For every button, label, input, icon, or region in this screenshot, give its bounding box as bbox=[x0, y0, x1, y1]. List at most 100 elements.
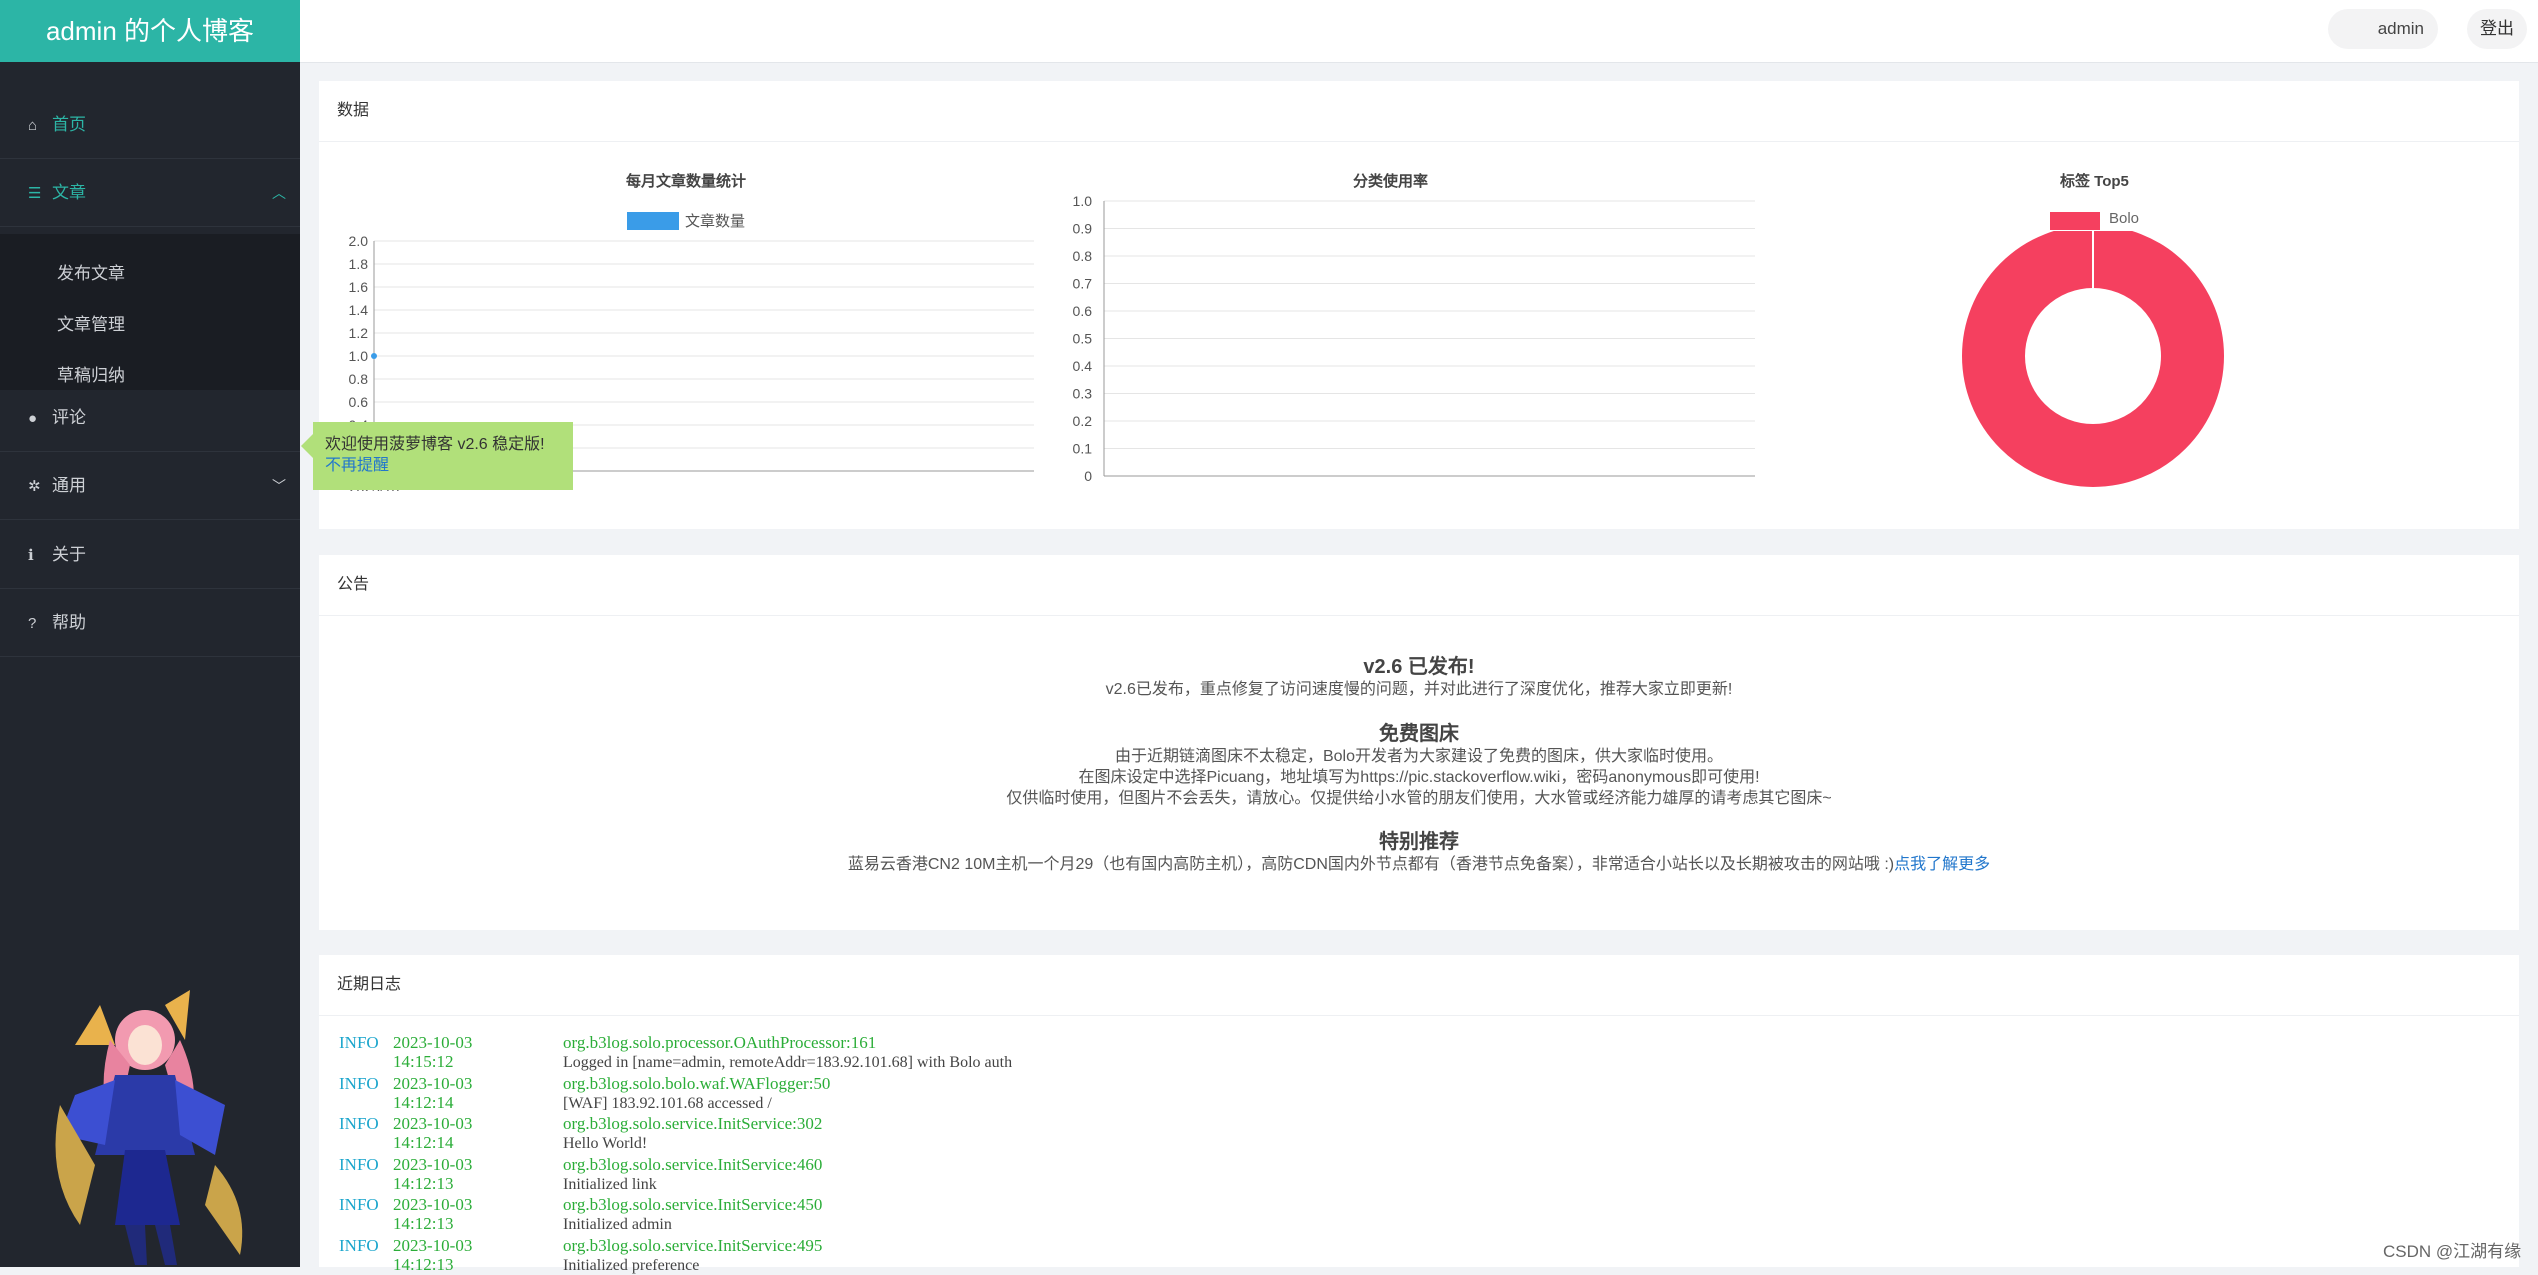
log-date: 2023-10-03 bbox=[393, 1235, 473, 1255]
log-timestamp: 2023-10-03 14:12:13 bbox=[393, 1236, 503, 1274]
log-source: org.b3log.solo.processor.OAuthProcessor:… bbox=[563, 1033, 877, 1052]
chevron-down-icon: ﹀ bbox=[272, 478, 286, 494]
log-level: INFO bbox=[339, 1033, 379, 1052]
comment-icon: ● bbox=[28, 410, 38, 427]
gear-icon: ✲ bbox=[28, 478, 41, 495]
watermark: CSDN @江湖有缘 bbox=[2383, 1242, 2522, 1261]
log-time: 14:12:14 bbox=[393, 1092, 454, 1112]
announcement-line: v2.6已发布，重点修复了访问速度慢的问题，并对此进行了深度优化，推荐大家立即更… bbox=[1105, 681, 1733, 698]
sidebar-item-articles[interactable]: ☰ 文章 ︿ bbox=[0, 159, 300, 227]
announcement-heading: v2.6 已发布! bbox=[1363, 656, 1475, 678]
chevron-up-icon: ︿ bbox=[272, 185, 286, 201]
log-time: 14:12:13 bbox=[393, 1254, 454, 1274]
log-date: 2023-10-03 bbox=[393, 1195, 473, 1214]
sidebar-item-label: 评论 bbox=[52, 408, 86, 427]
announcement-line-text: 蓝易云香港CN2 10M主机一个月29（也有国内高防主机），高防CDN国内外节点… bbox=[847, 856, 1895, 873]
y-tick-label: 1.0 bbox=[349, 348, 369, 364]
y-tick-label: 2.0 bbox=[349, 233, 369, 249]
y-tick-label: 0.2 bbox=[1073, 413, 1093, 429]
y-tick-label: 0.7 bbox=[1073, 276, 1093, 292]
log-time: 14:15:12 bbox=[393, 1052, 454, 1071]
announcement-line: 蓝易云香港CN2 10M主机一个月29（也有国内高防主机），高防CDN国内外节点… bbox=[319, 854, 2519, 875]
legend-swatch-bolo[interactable] bbox=[2050, 212, 2100, 230]
log-timestamp: 2023-10-03 14:12:14 bbox=[393, 1114, 503, 1152]
y-tick-label: 0.5 bbox=[1073, 331, 1093, 347]
announcement-line: 仅供临时使用，但图片不会丢失，请放心。仅提供给小水管的朋友们使用，大水管或经济能… bbox=[1006, 790, 1832, 807]
log-message: Initialized admin bbox=[563, 1216, 672, 1233]
log-timestamp: 2023-10-03 14:12:13 bbox=[393, 1195, 503, 1233]
log-date: 2023-10-03 bbox=[393, 1073, 473, 1093]
learn-more-link[interactable]: 点我了解更多 bbox=[1894, 856, 1990, 873]
log-level: INFO bbox=[339, 1195, 379, 1214]
data-point[interactable] bbox=[371, 353, 377, 359]
log-timestamp: 2023-10-03 14:12:14 bbox=[393, 1074, 503, 1112]
sidebar-item-help[interactable]: ? 帮助 bbox=[0, 589, 300, 657]
log-date: 2023-10-03 bbox=[393, 1154, 473, 1174]
sidebar-item-label: 通用 bbox=[52, 476, 86, 495]
sidebar-item-comments[interactable]: ● 评论 bbox=[0, 384, 300, 452]
user-name: admin bbox=[2377, 19, 2424, 38]
log-timestamp: 2023-10-03 14:15:12 bbox=[393, 1033, 503, 1071]
announcement-panel: 公告 v2.6 已发布! v2.6已发布，重点修复了访问速度慢的问题，并对此进行… bbox=[319, 555, 2519, 930]
articles-submenu: 发布文章 文章管理 草稿归纳 bbox=[0, 234, 300, 390]
y-tick-label: 0.8 bbox=[1073, 248, 1093, 264]
announcement-heading: 特别推荐 bbox=[1379, 831, 1459, 853]
sidebar-item-label: 首页 bbox=[52, 115, 86, 134]
info-icon: ℹ bbox=[28, 547, 34, 564]
log-message: [WAF] 183.92.101.68 accessed / bbox=[563, 1094, 772, 1112]
sidebar-item-article-management[interactable]: 文章管理 bbox=[57, 305, 287, 345]
logs-panel-title: 近期日志 bbox=[319, 955, 2519, 1016]
y-tick-label: 0.9 bbox=[1073, 221, 1093, 237]
help-icon: ? bbox=[28, 615, 37, 632]
sidebar-item-label: 关于 bbox=[52, 545, 86, 564]
log-level: INFO bbox=[339, 1114, 379, 1133]
legend-swatch-article-count[interactable] bbox=[627, 212, 679, 230]
log-source: org.b3log.solo.bolo.waf.WAFlogger:50 bbox=[563, 1073, 831, 1093]
y-tick-label: 0.6 bbox=[1073, 303, 1093, 319]
announcement-line: 在图床设定中选择Picuang，地址填写为https://pic.stackov… bbox=[1078, 769, 1760, 786]
sidebar-item-label: 帮助 bbox=[52, 613, 86, 632]
toast-text: 欢迎使用菠萝博客 v2.6 稳定版! bbox=[325, 436, 545, 453]
toast-arrow bbox=[301, 434, 313, 458]
log-level: INFO bbox=[339, 1235, 379, 1255]
y-tick-label: 0.1 bbox=[1073, 441, 1093, 457]
log-timestamp: 2023-10-03 14:12:13 bbox=[393, 1155, 503, 1193]
sidebar-item-about[interactable]: ℹ 关于 bbox=[0, 521, 300, 589]
y-tick-label: 0.6 bbox=[349, 394, 369, 410]
category-usage-chart: 0 0.1 0.2 0.3 0.4 0.5 0.6 0.7 0.8 0.9 1.0 bbox=[1073, 193, 1755, 481]
dismiss-reminder-link[interactable]: 不再提醒 bbox=[325, 455, 573, 476]
y-tick-label: 0.4 bbox=[1073, 358, 1093, 374]
legend-label-article-count[interactable]: 文章数量 bbox=[685, 210, 745, 231]
log-date: 2023-10-03 bbox=[393, 1033, 473, 1052]
sidebar-item-label: 文章 bbox=[52, 183, 86, 202]
announcement-line: 由于近期链滴图床不太稳定，Bolo开发者为大家建设了免费的图床，供大家临时使用。 bbox=[1114, 748, 1724, 765]
log-source: org.b3log.solo.service.InitService:302 bbox=[563, 1114, 823, 1133]
chart-title-tag-top5: 标签 Top5 bbox=[2060, 173, 2129, 190]
log-message: Initialized link bbox=[563, 1175, 657, 1193]
log-source: org.b3log.solo.service.InitService:495 bbox=[563, 1235, 823, 1255]
sidebar-item-general[interactable]: ✲ 通用 ﹀ bbox=[0, 452, 300, 520]
sidebar-item-home[interactable]: ⌂ 首页 bbox=[0, 91, 300, 159]
log-level: INFO bbox=[339, 1154, 379, 1174]
y-tick-label: 0 bbox=[1084, 468, 1092, 481]
list-icon: ☰ bbox=[28, 185, 42, 202]
log-date: 2023-10-03 bbox=[393, 1114, 473, 1133]
announcement-heading: 免费图床 bbox=[1379, 723, 1459, 745]
app-title[interactable]: admin 的个人博客 bbox=[0, 0, 300, 62]
logs-panel: 近期日志 INFO 2023-10-03 14:15:12 org.b3log.sol… bbox=[319, 955, 2519, 1274]
log-time: 14:12:13 bbox=[393, 1173, 454, 1193]
y-tick-label: 1.8 bbox=[349, 256, 369, 272]
log-message: Initialized preference bbox=[563, 1256, 700, 1274]
data-panel-title: 数据 bbox=[319, 81, 2519, 142]
logout-button[interactable]: 登出 bbox=[2467, 9, 2527, 49]
user-menu[interactable]: admin bbox=[2328, 9, 2438, 49]
legend-label-bolo[interactable]: Bolo bbox=[2109, 210, 2139, 227]
announcement-panel-title: 公告 bbox=[319, 555, 2519, 616]
y-tick-label: 1.4 bbox=[349, 302, 369, 318]
sidebar-item-publish-article[interactable]: 发布文章 bbox=[57, 254, 287, 294]
log-level: INFO bbox=[339, 1073, 379, 1093]
log-message: Hello World! bbox=[563, 1135, 648, 1152]
top-bar: admin 的个人博客 admin 登出 bbox=[0, 0, 2538, 63]
log-source: org.b3log.solo.service.InitService:460 bbox=[563, 1154, 823, 1174]
data-panel: 数据 每月文章数量统计 文章数量 0 0.2 0.4 0.6 0.8 1.0 1.2 1.4 1… bbox=[319, 81, 2519, 529]
